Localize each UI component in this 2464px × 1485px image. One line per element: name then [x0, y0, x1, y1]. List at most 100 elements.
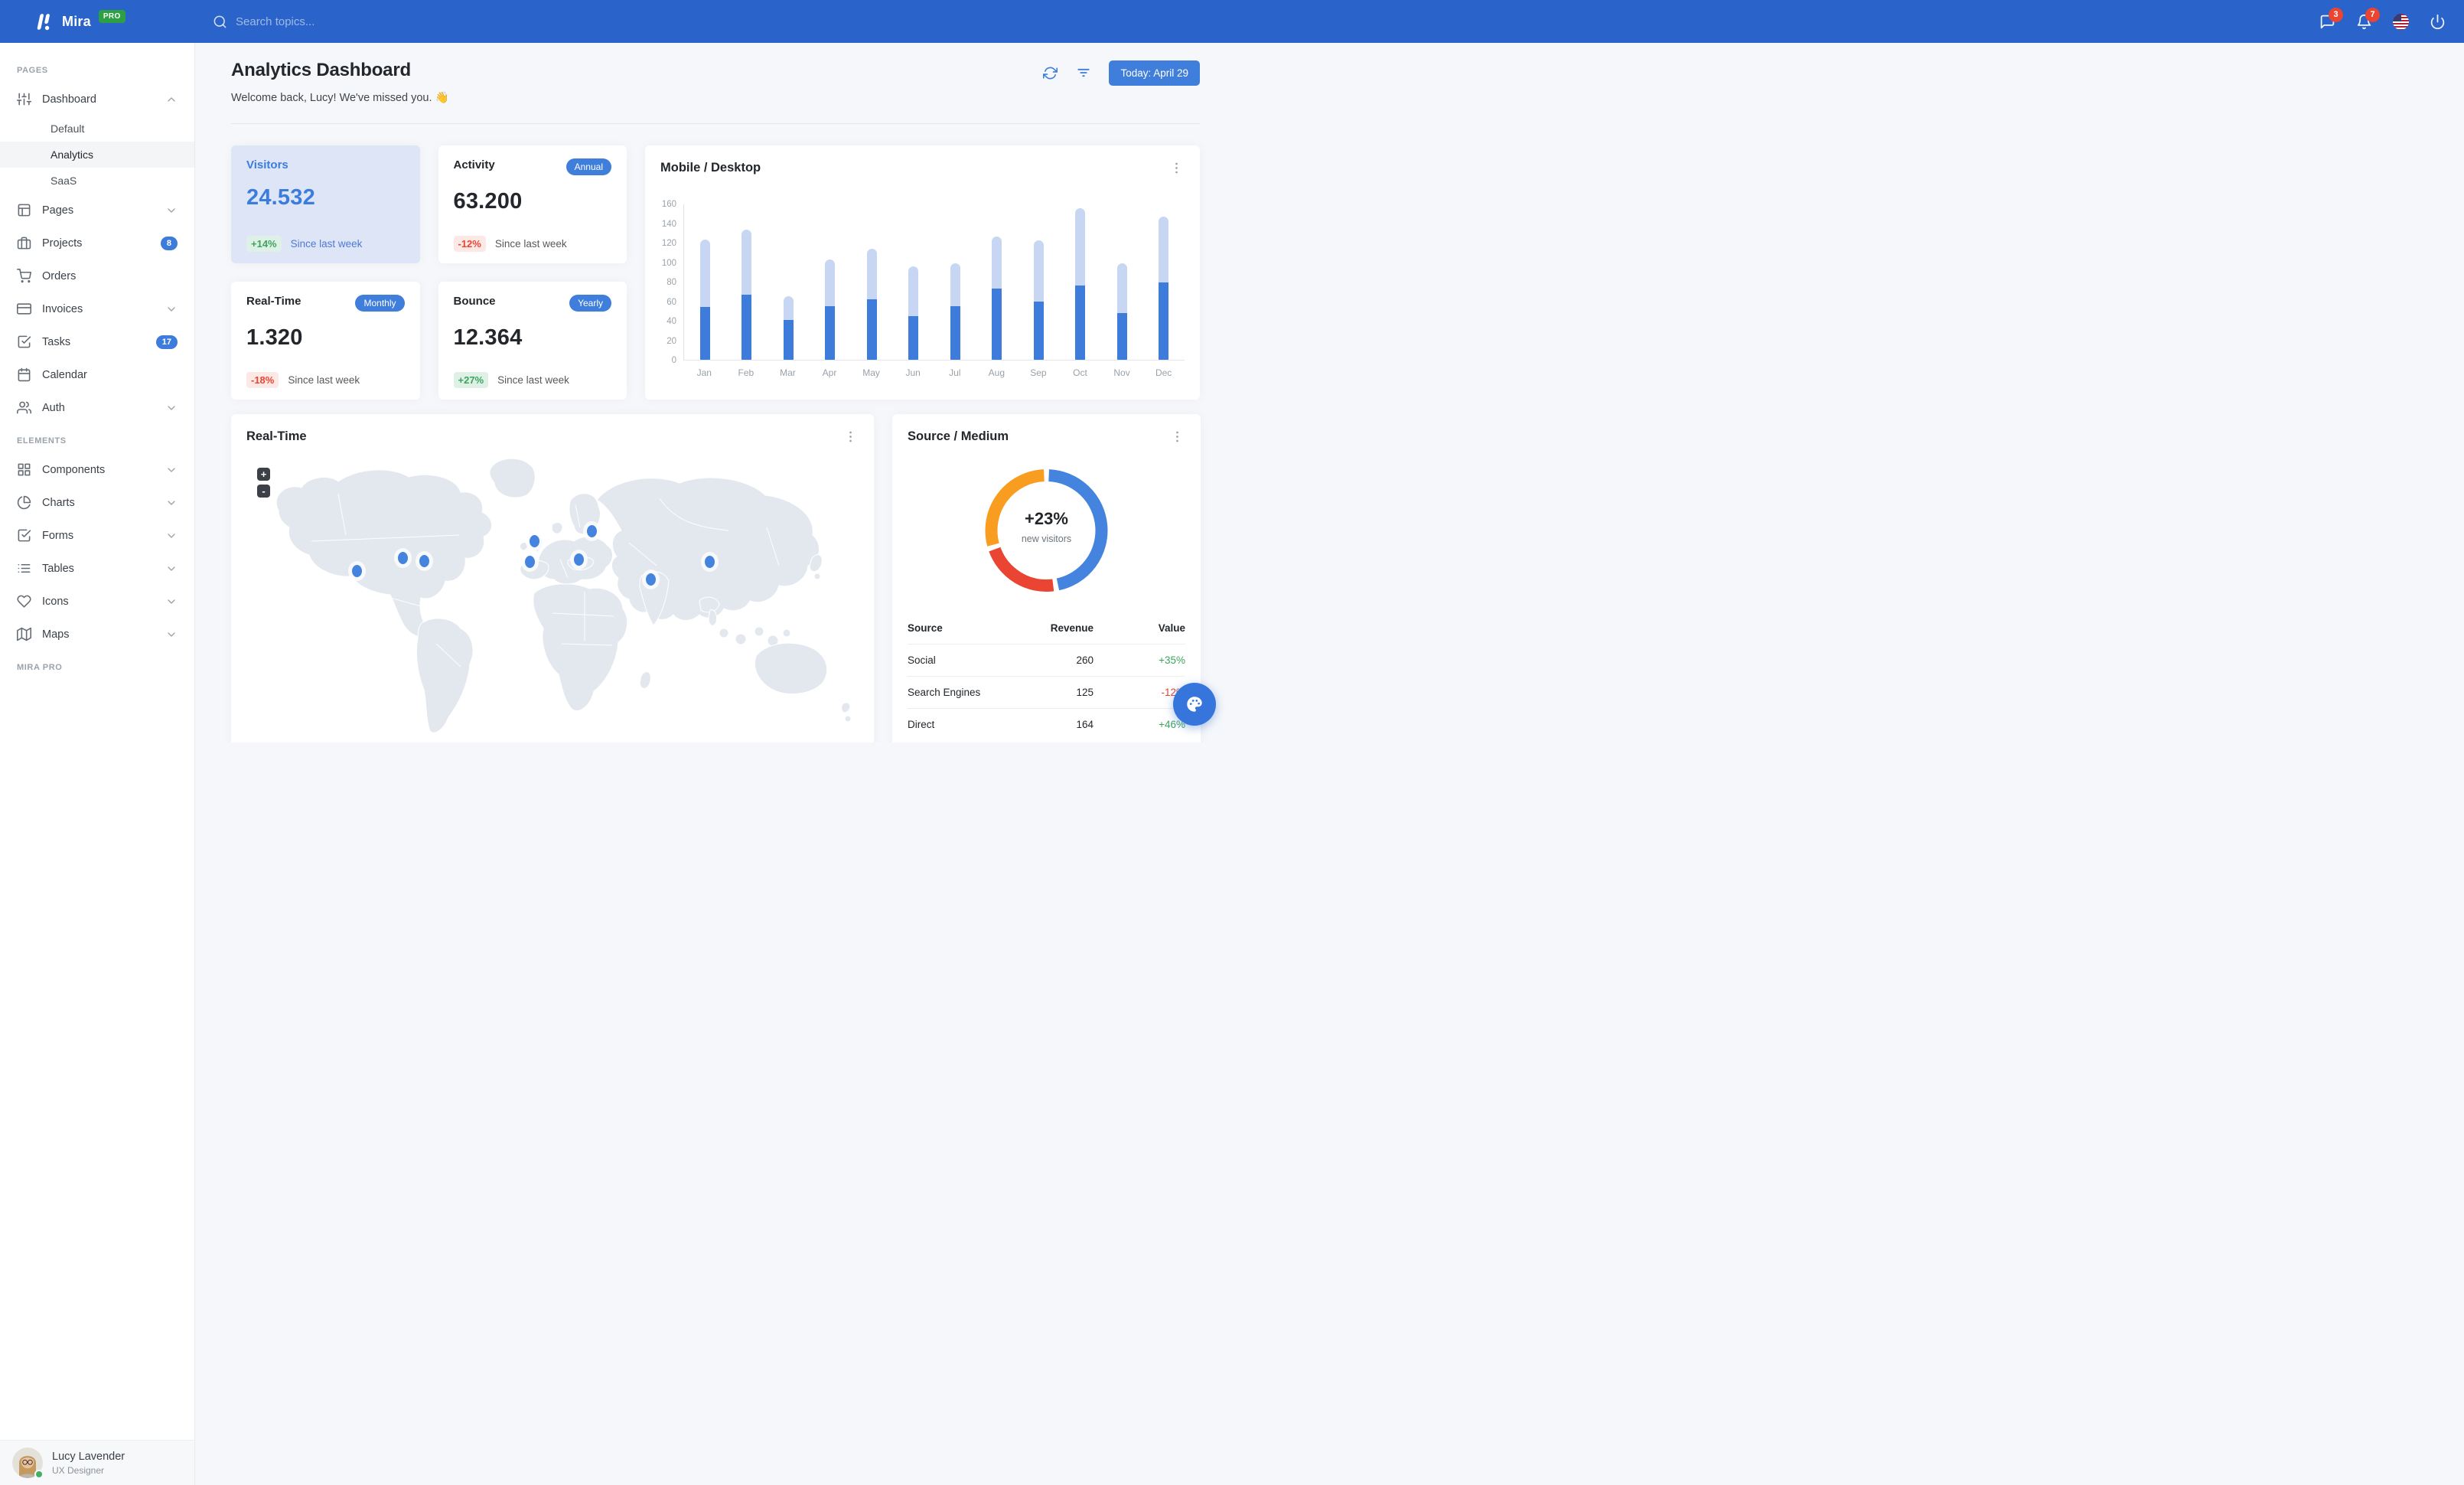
refresh-button[interactable]: [1037, 60, 1063, 86]
sidebar-item-orders[interactable]: Orders: [0, 259, 194, 292]
stat-caption: Since last week: [288, 374, 360, 386]
sidebar-item-label: Dashboard: [42, 93, 96, 106]
language-button[interactable]: [2393, 13, 2409, 30]
sign-out-button[interactable]: [2430, 14, 2446, 30]
sidebar-item-invoices[interactable]: Invoices: [0, 292, 194, 325]
filter-button[interactable]: [1071, 60, 1097, 86]
global-search[interactable]: [213, 15, 419, 29]
map-marker[interactable]: [646, 573, 656, 586]
map-zoom-in-button[interactable]: +: [257, 468, 270, 481]
x-tick-label: Sep: [1030, 367, 1047, 378]
page-header: Analytics Dashboard Welcome back, Lucy! …: [231, 60, 1200, 104]
messages-button[interactable]: 3: [2319, 7, 2343, 30]
power-icon: [2430, 14, 2445, 29]
heart-icon: [17, 595, 31, 608]
cell-source: Social: [908, 644, 1025, 677]
wave-emoji: 👋: [435, 92, 449, 104]
map-marker[interactable]: [705, 556, 715, 568]
sidebar-item-icons[interactable]: Icons: [0, 585, 194, 618]
sidebar-item-label: Calendar: [42, 368, 87, 381]
sidebar-subitem-saas[interactable]: SaaS: [0, 168, 194, 194]
bar-segment-mobile: [866, 299, 877, 360]
sidebar-item-label: Projects: [42, 237, 83, 250]
refresh-icon: [1042, 67, 1058, 79]
theme-customizer-fab[interactable]: [1173, 683, 1216, 726]
credit-card-icon-wrap: [17, 302, 31, 316]
sidebar-item-maps[interactable]: Maps: [0, 618, 194, 651]
map-marker[interactable]: [530, 535, 539, 547]
stat-period-badge[interactable]: Annual: [565, 158, 611, 175]
users-icon-wrap: [17, 400, 31, 415]
sidebar-item-charts[interactable]: Charts: [0, 486, 194, 519]
chevron-down-icon: [168, 632, 175, 637]
sidebar-item-dashboard[interactable]: Dashboard: [0, 83, 194, 116]
y-tick-label: 160: [661, 200, 676, 209]
check-square-icon: [18, 529, 31, 542]
y-tick-label: 60: [667, 297, 676, 307]
stat-period-badge[interactable]: Monthly: [355, 295, 405, 312]
bar-segment-mobile: [1033, 301, 1044, 360]
briefcase-icon-wrap: [17, 236, 31, 250]
map-marker[interactable]: [352, 565, 362, 577]
map-marker[interactable]: [574, 553, 584, 566]
search-input[interactable]: [236, 15, 419, 28]
map-marker[interactable]: [525, 556, 535, 568]
sidebar-item-label: Tables: [42, 562, 74, 575]
source-table-row: Direct 164 +46%: [908, 708, 1185, 740]
map-icon: [17, 627, 31, 641]
calendar-icon-wrap: [17, 367, 31, 382]
chart-card-menu-button[interactable]: [1168, 159, 1185, 176]
source-medium-card: Source / Medium +23% new visitors Source…: [892, 414, 1201, 742]
sidebar-item-tasks[interactable]: Tasks 17: [0, 325, 194, 358]
stat-delta-badge: -18%: [246, 372, 279, 388]
sidebar-item-tables[interactable]: Tables: [0, 552, 194, 585]
palette-icon: [1187, 697, 1202, 712]
map-card-menu-button[interactable]: [842, 428, 859, 445]
stats-grid: Visitors 24.532 +14% Since last week Activit…: [231, 145, 627, 400]
map-marker[interactable]: [419, 555, 429, 567]
chevron-down-icon: [168, 405, 175, 410]
stat-value: 1.320: [246, 325, 303, 350]
notifications-button[interactable]: 7: [2356, 7, 2380, 30]
source-card-menu-button[interactable]: [1168, 428, 1185, 445]
stat-title: Real-Time: [246, 295, 301, 308]
bar-aug: [976, 204, 1019, 360]
donut-slice-search-engines[interactable]: [989, 547, 1054, 592]
sidebar-subitem-default[interactable]: Default: [0, 116, 194, 142]
sidebar-item-label: Forms: [42, 529, 74, 542]
layout-icon: [18, 204, 31, 217]
calendar-icon: [18, 367, 31, 382]
map-zoom-out-button[interactable]: -: [257, 485, 270, 498]
bar-segment-mobile: [1159, 282, 1169, 360]
cell-revenue: 164: [1024, 708, 1093, 740]
sidebar-item-auth[interactable]: Auth: [0, 391, 194, 424]
messages-count-badge: 3: [2329, 7, 2343, 22]
sidebar-nav: PAGES Dashboard Default Analytics SaaS Pages P…: [0, 43, 194, 1440]
sidebar-user[interactable]: Lucy Lavender UX Designer: [0, 1440, 194, 1485]
map-marker[interactable]: [398, 552, 408, 564]
bar-segment-mobile: [825, 305, 836, 360]
stat-caption: Since last week: [290, 238, 363, 250]
sidebar-item-calendar[interactable]: Calendar: [0, 358, 194, 391]
sidebar-item-pages[interactable]: Pages: [0, 194, 194, 227]
check-square-icon: [18, 335, 31, 348]
bar-segment-desktop: [741, 230, 752, 295]
chevron-down-wrap: [165, 628, 178, 641]
stat-period-badge[interactable]: Yearly: [569, 295, 611, 312]
check-square-icon-wrap: [17, 335, 31, 349]
world-map-svg: [275, 458, 852, 733]
chart-card-title: Mobile / Desktop: [660, 160, 761, 175]
brand[interactable]: Mira PRO: [0, 9, 191, 32]
main-content: Analytics Dashboard Welcome back, Lucy! …: [195, 0, 1232, 742]
map-marker[interactable]: [587, 525, 597, 537]
sidebar-subitem-analytics[interactable]: Analytics: [0, 142, 194, 168]
world-map[interactable]: + -: [231, 451, 874, 742]
more-vertical-icon: [849, 431, 852, 442]
date-range-button[interactable]: Today: April 29: [1109, 60, 1200, 86]
sidebar-item-projects[interactable]: Projects 8: [0, 227, 194, 259]
chevron-up-icon: [168, 96, 175, 102]
shopping-cart-icon-wrap: [17, 269, 31, 283]
stat-delta-badge: -12%: [453, 236, 486, 252]
sidebar-item-forms[interactable]: Forms: [0, 519, 194, 552]
sidebar-item-components[interactable]: Components: [0, 453, 194, 486]
